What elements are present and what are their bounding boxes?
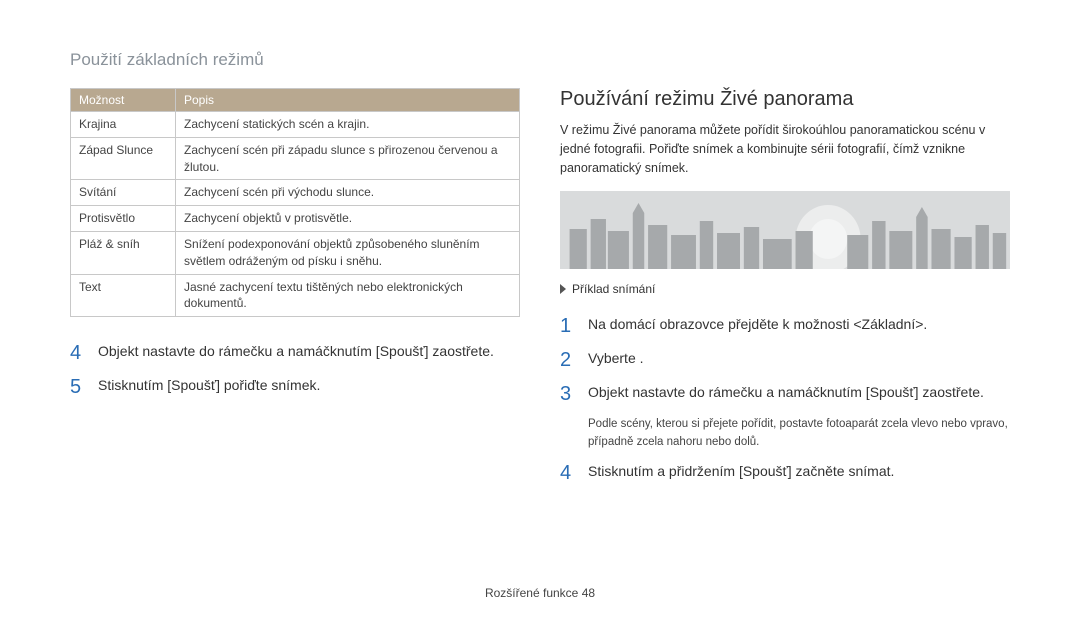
section-heading: Používání režimu Živé panorama — [560, 88, 1010, 111]
step-number: 5 — [70, 375, 98, 399]
step-text: Stisknutím a přidržením [Spoušť] začněte… — [588, 461, 894, 485]
table-row: ProtisvětloZachycení objektů v protisvět… — [71, 206, 520, 232]
options-table: Možnost Popis KrajinaZachycení statickýc… — [70, 88, 520, 317]
step-text: Na domácí obrazovce přejděte k možnosti … — [588, 314, 927, 338]
step-text: Objekt nastavte do rámečku a namáčknutím… — [98, 341, 494, 365]
left-column: Možnost Popis KrajinaZachycení statickýc… — [70, 88, 520, 495]
step-text: Vyberte . — [588, 348, 644, 372]
right-column: Používání režimu Živé panorama V režimu … — [560, 88, 1010, 495]
th-desc: Popis — [176, 89, 520, 112]
step-number: 2 — [560, 348, 588, 372]
step-number: 3 — [560, 382, 588, 406]
table-row: Pláž & sníhSnížení podexponování objektů… — [71, 231, 520, 274]
table-row: TextJasné zachycení textu tištěných nebo… — [71, 274, 520, 317]
step-number: 4 — [560, 461, 588, 485]
step-subtext: Podle scény, kterou si přejete pořídit, … — [588, 416, 1010, 451]
table-row: KrajinaZachycení statických scén a kraji… — [71, 112, 520, 138]
step-number: 4 — [70, 341, 98, 365]
panorama-example-image — [560, 191, 1010, 269]
section-intro: V režimu Živé panorama můžete pořídit ši… — [560, 121, 1010, 177]
step-text: Objekt nastavte do rámečku a namáčknutím… — [588, 382, 984, 406]
panorama-caption: Příklad snímání — [560, 282, 1010, 296]
table-row: Západ SlunceZachycení scén při západu sl… — [71, 137, 520, 180]
right-steps: 1 Na domácí obrazovce přejděte k možnost… — [560, 314, 1010, 485]
table-row: SvítáníZachycení scén při východu slunce… — [71, 180, 520, 206]
triangle-icon — [560, 284, 566, 294]
page-footer: Rozšířené funkce 48 — [0, 586, 1080, 600]
step-text: Stisknutím [Spoušť] pořiďte snímek. — [98, 375, 320, 399]
step-number: 1 — [560, 314, 588, 338]
left-steps: 4 Objekt nastavte do rámečku a namáčknut… — [70, 341, 520, 399]
page-title: Použití základních režimů — [70, 50, 1010, 70]
th-option: Možnost — [71, 89, 176, 112]
